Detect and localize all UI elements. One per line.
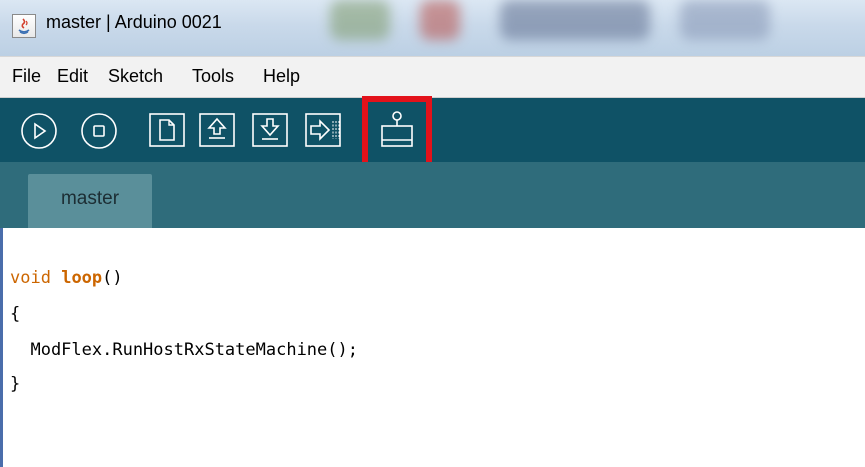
editor-left-border — [0, 228, 3, 467]
menu-tools[interactable]: Tools — [192, 66, 234, 87]
menu-help[interactable]: Help — [263, 66, 300, 87]
verify-button[interactable] — [20, 112, 58, 150]
tab-master[interactable]: master — [28, 174, 152, 228]
menu-edit[interactable]: Edit — [57, 66, 88, 87]
upload-arrow-right-icon — [305, 113, 341, 147]
code-parens: () — [102, 268, 123, 288]
title-bar: master | Arduino 0021 — [0, 0, 865, 56]
menu-sketch[interactable]: Sketch — [108, 66, 163, 87]
toolbar — [0, 98, 865, 162]
tab-label: master — [60, 188, 120, 209]
code-line-3: ModFlex.RunHostRxStateMachine(); — [10, 340, 358, 360]
code-line-2: { — [10, 304, 21, 324]
upload-button[interactable] — [304, 111, 350, 149]
play-icon — [21, 113, 57, 149]
new-file-icon — [149, 113, 185, 147]
menu-bar: File Edit Sketch Tools Help — [0, 56, 865, 98]
stop-button[interactable] — [80, 112, 118, 150]
code-line-1: void loop() — [10, 268, 123, 288]
window-title: master | Arduino 0021 — [46, 12, 222, 32]
new-button[interactable] — [148, 111, 186, 149]
function-name-loop: loop — [61, 268, 103, 288]
code-editor[interactable]: void loop() { ModFlex.RunHostRxStateMach… — [0, 228, 865, 467]
keyword-void: void — [10, 268, 51, 288]
tab-bar: master — [0, 162, 865, 228]
stop-icon — [81, 113, 117, 149]
save-button[interactable] — [251, 111, 289, 149]
code-line-4: } — [10, 374, 21, 394]
open-arrow-up-icon — [199, 113, 235, 147]
menu-file[interactable]: File — [12, 66, 41, 87]
save-arrow-down-icon — [252, 113, 288, 147]
open-button[interactable] — [198, 111, 236, 149]
java-app-icon — [12, 14, 36, 38]
highlight-box — [362, 96, 432, 168]
